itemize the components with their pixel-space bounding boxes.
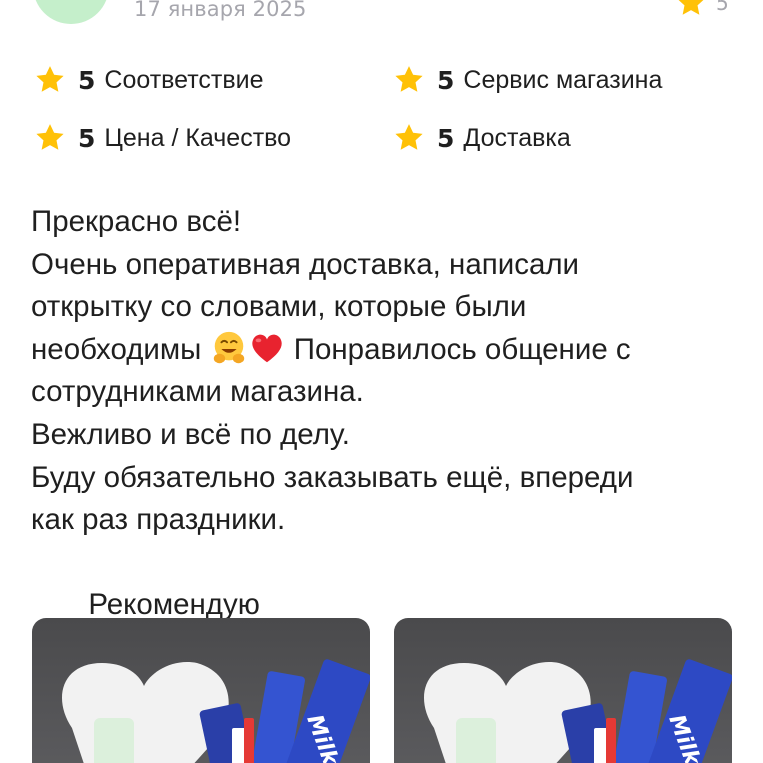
overall-rating: 5 [674,0,729,20]
review-line: Буду обязательно заказывать ещё, впереди [31,460,634,494]
review-line: Прекрасно всё! [31,205,242,238]
star-icon [678,0,704,15]
review-photo[interactable]: Milka [394,618,732,763]
review-line-part: Понравилось общение с [293,332,631,366]
rating-delivery: 5 Доставка [392,116,733,160]
rating-label: Сервис магазина [463,65,663,94]
review-line: Вежливо и всё по делу. [31,417,350,451]
rating-shop-service: 5 Сервис магазина [392,58,733,102]
review-line: открытку со словами, которые были [31,290,527,324]
rating-breakdown: 5 Соответствие 5 Сервис магазина 5 Цена … [33,58,733,168]
rating-price-quality: 5 Цена / Качество [33,116,392,160]
red-heart-icon [251,334,282,363]
review-date: 17 января 2025 [134,0,307,21]
review-line: необходимы Понравилось общение с [31,329,731,372]
avatar[interactable] [33,0,109,24]
review-line-part: необходимы [31,332,202,366]
star-icon [395,124,423,150]
rating-label: Цена / Качество [104,123,292,152]
rating-match: 5 Соответствие [33,58,392,102]
star-icon [36,66,64,92]
hugging-face-icon [213,331,244,364]
overall-rating-value: 5 [716,0,729,15]
gift-box-photo: Milka [62,659,370,763]
rating-label: Доставка [463,123,571,152]
review-card: 17 января 2025 5 5 Соответствие 5 Сервис… [0,0,763,763]
rating-value: 5 [437,123,455,153]
rating-label: Соответствие [104,65,264,94]
review-line: Очень оперативная доставка, написали [31,247,580,281]
rating-value: 5 [78,65,96,95]
review-photos: Milka Milka [32,618,732,763]
star-icon [36,124,64,150]
gift-box-photo: Milka [424,659,732,763]
star-icon [395,66,423,92]
review-line: как раз праздники. [31,503,286,537]
rating-value: 5 [437,65,455,95]
rating-value: 5 [78,123,96,153]
review-photo[interactable]: Milka [32,618,370,763]
review-line-part: Рекомендую [80,588,260,622]
review-line: сотрудниками магазина. [31,375,364,409]
